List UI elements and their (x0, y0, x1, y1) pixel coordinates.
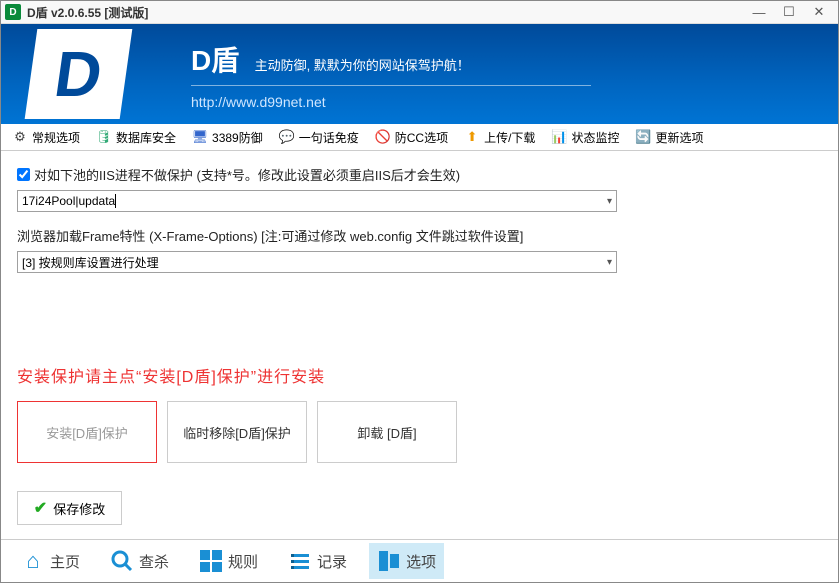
xframe-label: 浏览器加载Frame特性 (X-Frame-Options) [注:可通过修改 … (17, 226, 822, 245)
toolbar-item-5[interactable]: ⬆上传/下载 (461, 127, 538, 148)
uninstall-button[interactable]: 卸载 [D盾] (317, 401, 457, 463)
iis-pool-combo[interactable]: 17i24Pool|updata ▾ (17, 190, 617, 212)
banner-tagline: 主动防御, 默默为你的网站保驾护航！ (255, 55, 470, 74)
rules-icon (199, 549, 223, 573)
nav-label: 查杀 (139, 551, 169, 572)
banner-url[interactable]: http://www.d99net.net (191, 94, 591, 110)
save-button-label: 保存修改 (53, 499, 105, 518)
toolbar-icon: 🛢 (96, 129, 112, 145)
toolbar-label: 上传/下载 (484, 129, 535, 146)
nav-label: 选项 (406, 551, 436, 572)
action-button-row: 安装[D盾]保护 临时移除[D盾]保护 卸载 [D盾] (17, 401, 822, 463)
toolbar-label: 数据库安全 (116, 129, 176, 146)
toolbar-label: 防CC选项 (395, 129, 448, 146)
install-button[interactable]: 安装[D盾]保护 (17, 401, 157, 463)
toolbar-icon: ⬆ (464, 129, 480, 145)
nav-label: 记录 (317, 551, 347, 572)
toolbar-icon: 🚫 (375, 129, 391, 145)
banner: D D盾 主动防御, 默默为你的网站保驾护航！ http://www.d99ne… (1, 24, 838, 124)
scan-icon (110, 549, 134, 573)
check-icon: ✔ (34, 498, 47, 518)
app-window: D D盾 v2.0.6.55 [测试版] ― ☐ ✕ D D盾 主动防御, 默默… (0, 0, 839, 583)
banner-logo: D (21, 24, 161, 124)
maximize-button[interactable]: ☐ (774, 1, 804, 23)
toolbar-item-0[interactable]: ⚙常规选项 (9, 127, 83, 148)
toolbar-item-2[interactable]: 🖥3389防御 (189, 127, 266, 148)
install-instruction: 安装保护请主点“安装[D盾]保护”进行安装 (17, 363, 822, 387)
toolbar-icon: 📊 (551, 129, 567, 145)
toolbar: ⚙常规选项 🛢数据库安全 🖥3389防御 💬一句话免疫 🚫防CC选项 ⬆上传/下载 📊状态监… (1, 124, 838, 151)
toolbar-icon: ⚙ (12, 129, 28, 145)
nav-label: 规则 (228, 551, 258, 572)
save-button[interactable]: ✔ 保存修改 (17, 491, 122, 525)
window-title: D盾 v2.0.6.55 [测试版] (27, 4, 744, 21)
chevron-down-icon: ▾ (607, 257, 612, 268)
temp-remove-button[interactable]: 临时移除[D盾]保护 (167, 401, 307, 463)
options-icon (377, 549, 401, 573)
toolbar-label: 状态监控 (571, 129, 619, 146)
bottom-nav: ⌂主页 查杀 规则 记录 选项 (1, 539, 838, 582)
toolbar-icon: 💬 (279, 129, 295, 145)
nav-item-rules[interactable]: 规则 (191, 543, 266, 579)
nav-item-scan[interactable]: 查杀 (102, 543, 177, 579)
toolbar-item-1[interactable]: 🛢数据库安全 (93, 127, 179, 148)
titlebar: D D盾 v2.0.6.55 [测试版] ― ☐ ✕ (1, 1, 838, 24)
window-controls: ― ☐ ✕ (744, 1, 834, 23)
banner-logo-letter: D (50, 37, 107, 111)
minimize-button[interactable]: ― (744, 1, 774, 23)
close-button[interactable]: ✕ (804, 1, 834, 23)
nav-label: 主页 (50, 551, 80, 572)
toolbar-icon: 🖥 (192, 129, 208, 145)
toolbar-item-7[interactable]: 🔄更新选项 (632, 127, 706, 148)
toolbar-icon: 🔄 (635, 129, 651, 145)
toolbar-item-3[interactable]: 💬一句话免疫 (276, 127, 362, 148)
toolbar-label: 3389防御 (212, 129, 263, 146)
content-area: 对如下池的IIS进程不做保护 (支持*号。修改此设置必须重启IIS后才会生效) … (1, 151, 838, 539)
nav-item-home[interactable]: ⌂主页 (13, 543, 88, 579)
chevron-down-icon: ▾ (607, 196, 612, 207)
log-icon (288, 549, 312, 573)
banner-title: D盾 (191, 39, 239, 79)
nav-item-log[interactable]: 记录 (280, 543, 355, 579)
toolbar-label: 更新选项 (655, 129, 703, 146)
app-icon: D (5, 4, 21, 20)
xframe-value: [3] 按规则库设置进行处理 (22, 254, 159, 271)
toolbar-item-4[interactable]: 🚫防CC选项 (372, 127, 451, 148)
nav-item-options[interactable]: 选项 (369, 543, 444, 579)
iis-protect-label: 对如下池的IIS进程不做保护 (支持*号。修改此设置必须重启IIS后才会生效) (34, 165, 460, 184)
iis-protect-checkbox[interactable] (17, 168, 30, 181)
iis-pool-value: 17i24Pool|updata (22, 194, 116, 208)
toolbar-item-6[interactable]: 📊状态监控 (548, 127, 622, 148)
home-icon: ⌂ (21, 549, 45, 573)
iis-protect-row: 对如下池的IIS进程不做保护 (支持*号。修改此设置必须重启IIS后才会生效) (17, 165, 822, 184)
toolbar-label: 一句话免疫 (299, 129, 359, 146)
banner-text: D盾 主动防御, 默默为你的网站保驾护航！ http://www.d99net.… (191, 39, 591, 110)
xframe-combo[interactable]: [3] 按规则库设置进行处理 ▾ (17, 251, 617, 273)
toolbar-label: 常规选项 (32, 129, 80, 146)
